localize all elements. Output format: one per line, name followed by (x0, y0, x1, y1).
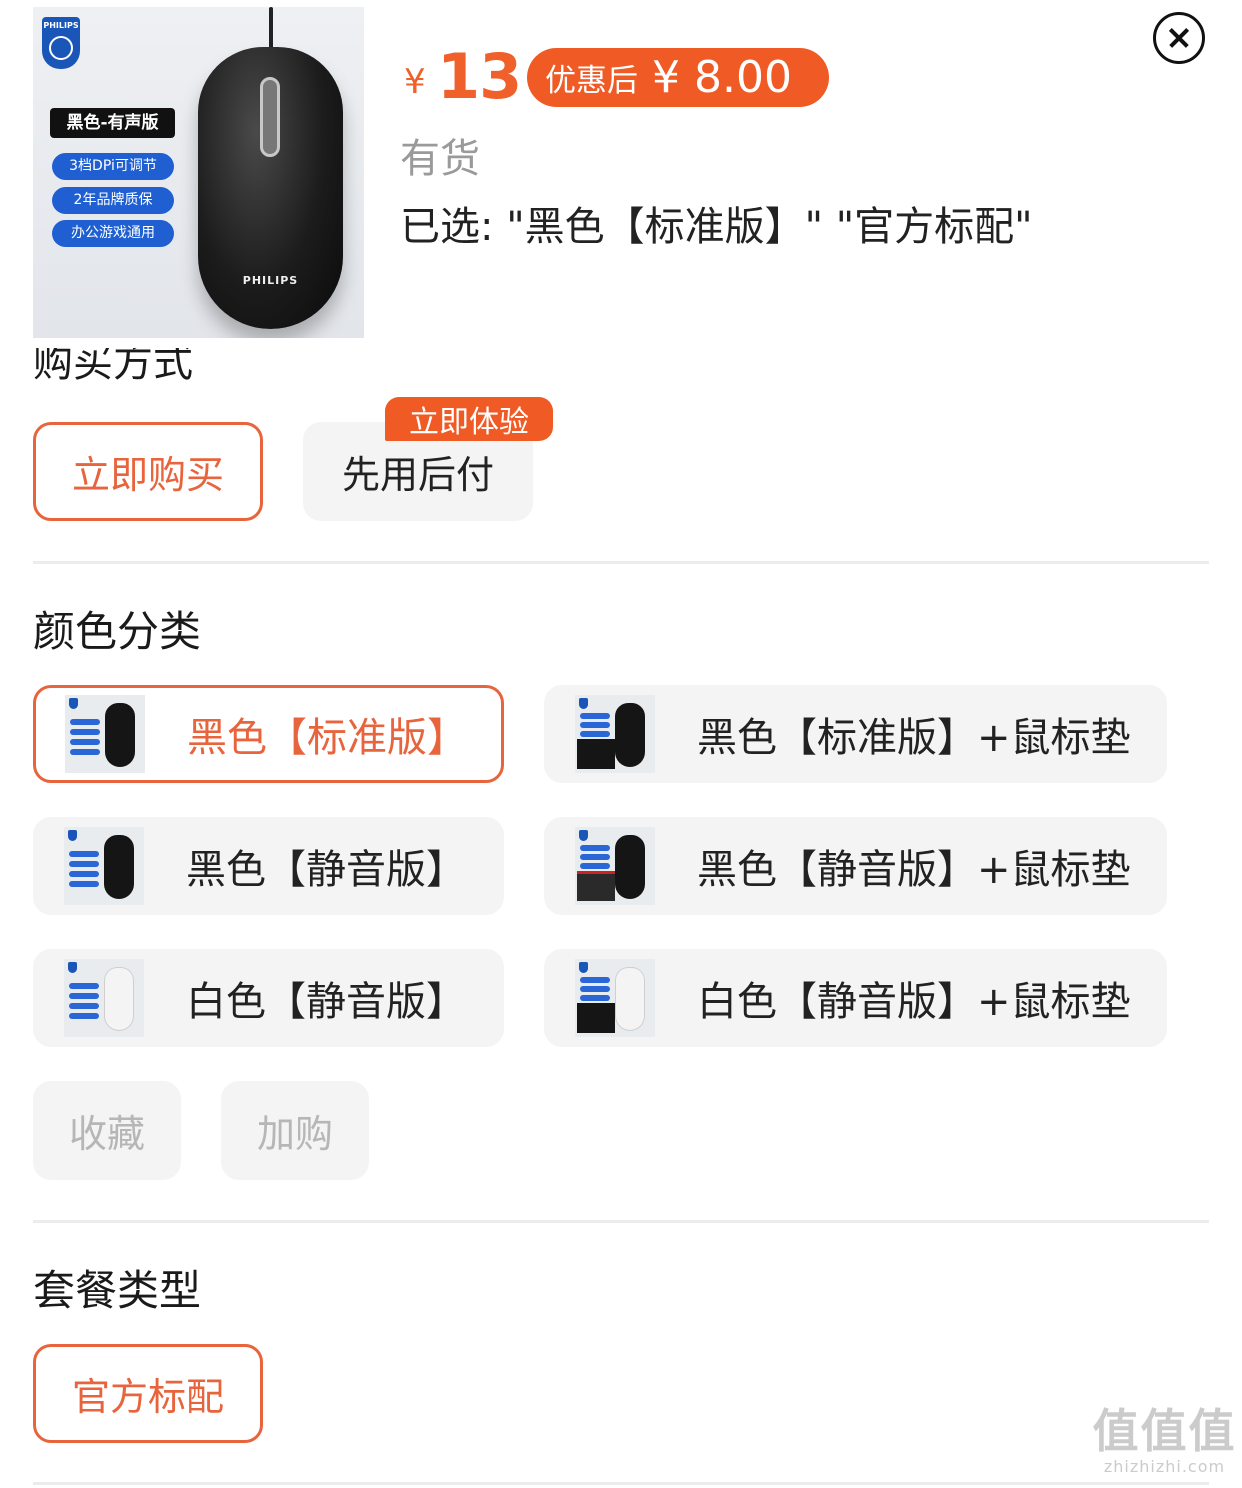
logo-text: PHILIPS (43, 21, 79, 30)
purchase-heading-text: 购买方式 (33, 348, 193, 382)
buy-now-option[interactable]: 立即购买 (33, 422, 263, 521)
variant-thumbnail (65, 695, 145, 773)
variant-label: 黑色【标准版】 (187, 715, 467, 761)
color-option-black-silent-pad[interactable]: 黑色【静音版】+鼠标垫 (544, 817, 1167, 915)
price-amount: 13 (437, 40, 522, 113)
color-option-white-silent[interactable]: 白色【静音版】 (33, 949, 504, 1047)
color-option-white-silent-pad[interactable]: 白色【静音版】+鼠标垫 (544, 949, 1167, 1047)
thumb-tag: 办公游戏通用 (52, 220, 174, 247)
thumb-tag-main: 黑色-有声版 (50, 108, 175, 138)
variant-thumbnail (64, 959, 144, 1037)
watermark-url: zhizhizhi.com (1103, 1457, 1226, 1476)
discount-label: 优惠后 (545, 63, 638, 99)
purchase-heading: 购买方式 (33, 348, 433, 382)
variant-thumbnail (575, 827, 655, 905)
color-option-black-silent[interactable]: 黑色【静音版】 (33, 817, 504, 915)
philips-logo: PHILIPS (42, 17, 80, 69)
try-now-badge: 立即体验 (385, 397, 553, 441)
close-icon[interactable] (1153, 12, 1205, 64)
color-option-black-standard[interactable]: 黑色【标准版】 (33, 685, 504, 783)
package-option-official[interactable]: 官方标配 (33, 1344, 263, 1443)
discount-badge: 优惠后 ¥ 8.00 (527, 48, 829, 107)
variant-label: 黑色【静音版】+鼠标垫 (697, 847, 1131, 893)
divider (33, 1220, 1209, 1223)
favorite-button[interactable]: 收藏 (33, 1081, 181, 1180)
thumb-tag: 3档DPi可调节 (52, 153, 174, 180)
color-option-black-standard-pad[interactable]: 黑色【标准版】+鼠标垫 (544, 685, 1167, 783)
discount-amount: ¥ 8.00 (652, 52, 792, 103)
package-heading: 套餐类型 (33, 1266, 202, 1315)
currency-symbol: ¥ (404, 62, 426, 102)
variant-label: 白色【静音版】+鼠标垫 (697, 979, 1131, 1025)
color-heading: 颜色分类 (33, 607, 202, 656)
stock-status: 有货 (400, 136, 480, 182)
mouse-brand: PHILIPS (242, 274, 299, 287)
variant-thumbnail (575, 959, 655, 1037)
watermark-logo: 值值值 (1092, 1404, 1237, 1458)
divider (33, 561, 1209, 564)
divider (33, 1482, 1209, 1485)
variant-thumbnail (575, 695, 655, 773)
mouse-image: PHILIPS (198, 47, 343, 329)
variant-thumbnail (64, 827, 144, 905)
watermark: 值值值 zhizhizhi.com (1092, 1405, 1237, 1476)
selected-summary: 已选: "黑色【标准版】" "官方标配" (400, 204, 1033, 250)
variant-label: 白色【静音版】 (186, 979, 466, 1025)
thumb-tag: 2年品牌质保 (52, 187, 174, 214)
add-to-cart-button[interactable]: 加购 (221, 1081, 369, 1180)
variant-label: 黑色【静音版】 (186, 847, 466, 893)
variant-label: 黑色【标准版】+鼠标垫 (697, 715, 1131, 761)
product-thumbnail[interactable]: PHILIPS 黑色-有声版 3档DPi可调节 2年品牌质保 办公游戏通用 PH… (33, 7, 364, 338)
mouse-cable (269, 7, 273, 49)
